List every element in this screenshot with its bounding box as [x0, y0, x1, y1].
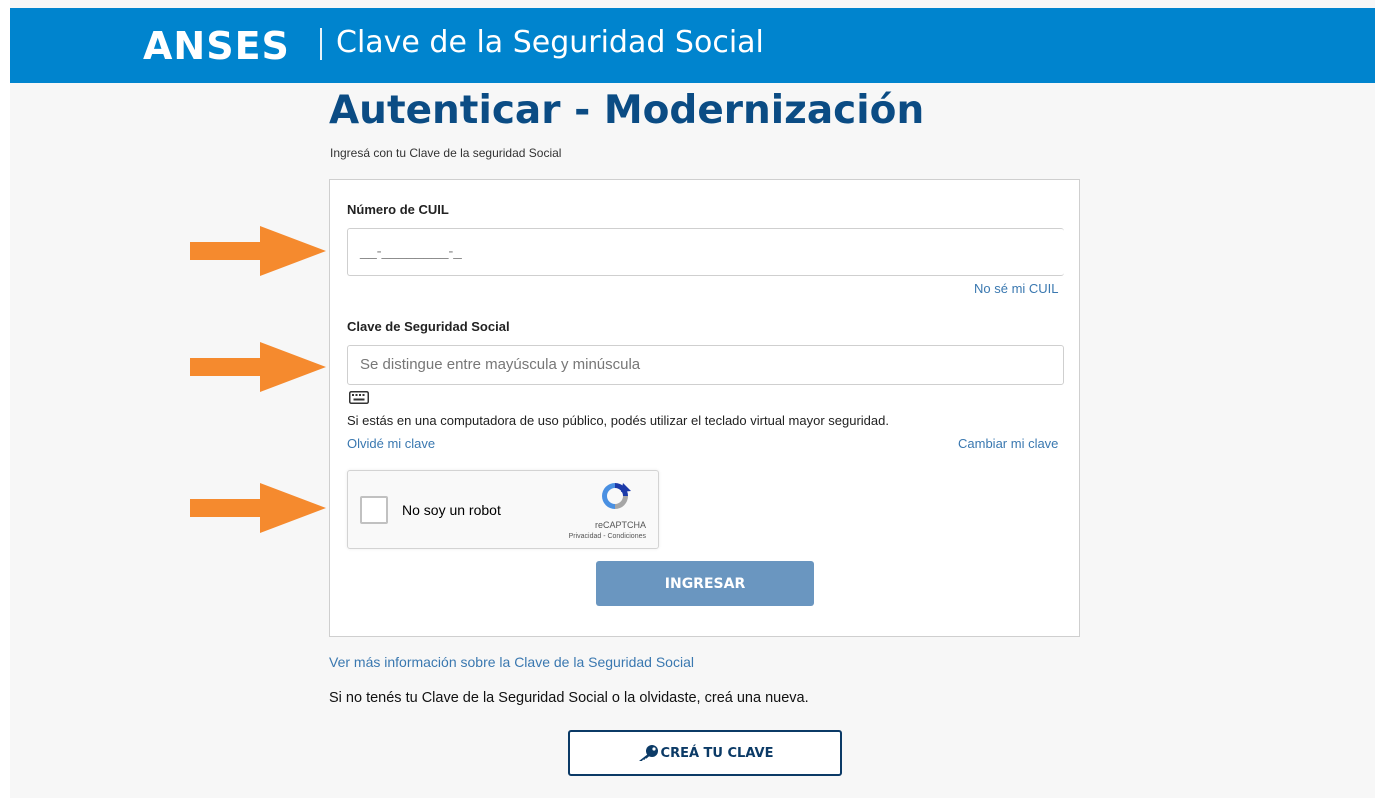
ingresar-button[interactable]: INGRESAR — [596, 561, 814, 606]
cuil-input-value: __-________-_ — [360, 243, 462, 260]
no-key-text: Si no tenés tu Clave de la Seguridad Soc… — [329, 690, 809, 706]
recaptcha-brand: reCAPTCHA — [594, 520, 646, 530]
password-label: Clave de Seguridad Social — [347, 319, 510, 334]
header-separator — [320, 28, 322, 60]
arrow-right-icon — [190, 483, 326, 533]
virtual-keyboard-hint: Si estás en una computadora de uso públi… — [347, 413, 889, 428]
more-info-link[interactable]: Ver más información sobre la Clave de la… — [329, 654, 694, 670]
key-icon — [638, 745, 658, 761]
forgot-cuil-link[interactable]: No sé mi CUIL — [974, 281, 1059, 296]
create-key-button[interactable]: CREÁ TU CLAVE — [568, 730, 842, 776]
recaptcha-logo-icon — [602, 483, 631, 509]
page-title: Autenticar - Modernización — [329, 88, 925, 133]
cuil-label: Número de CUIL — [347, 202, 449, 217]
arrow-right-icon — [190, 342, 326, 392]
recaptcha-legal-links[interactable]: Privacidad - Condiciones — [569, 533, 646, 540]
ingresar-button-label: INGRESAR — [664, 575, 746, 592]
header-subtitle: Clave de la Seguridad Social — [336, 25, 764, 60]
recaptcha-widget: No soy un robot reCAPTCHA Privacidad - C… — [347, 470, 659, 549]
create-key-label: CREÁ TU CLAVE — [660, 745, 774, 761]
forgot-password-link[interactable]: Olvidé mi clave — [347, 436, 435, 451]
page-frame-right — [1375, 0, 1380, 798]
keyboard-icon[interactable] — [349, 391, 369, 404]
cuil-input[interactable]: __-________-_ — [347, 228, 1064, 276]
password-input[interactable]: Se distingue entre mayúscula y minúscula — [347, 345, 1064, 385]
anses-logo[interactable]: ANSES — [143, 24, 290, 68]
change-password-link[interactable]: Cambiar mi clave — [958, 436, 1058, 451]
intro-text: Ingresá con tu Clave de la seguridad Soc… — [330, 146, 562, 160]
site-header: ANSES Clave de la Seguridad Social — [10, 8, 1375, 83]
page-frame-left — [0, 0, 10, 798]
arrow-right-icon — [190, 226, 326, 276]
password-placeholder: Se distingue entre mayúscula y minúscula — [360, 356, 641, 373]
recaptcha-checkbox[interactable] — [360, 496, 388, 524]
recaptcha-label: No soy un robot — [402, 502, 501, 518]
